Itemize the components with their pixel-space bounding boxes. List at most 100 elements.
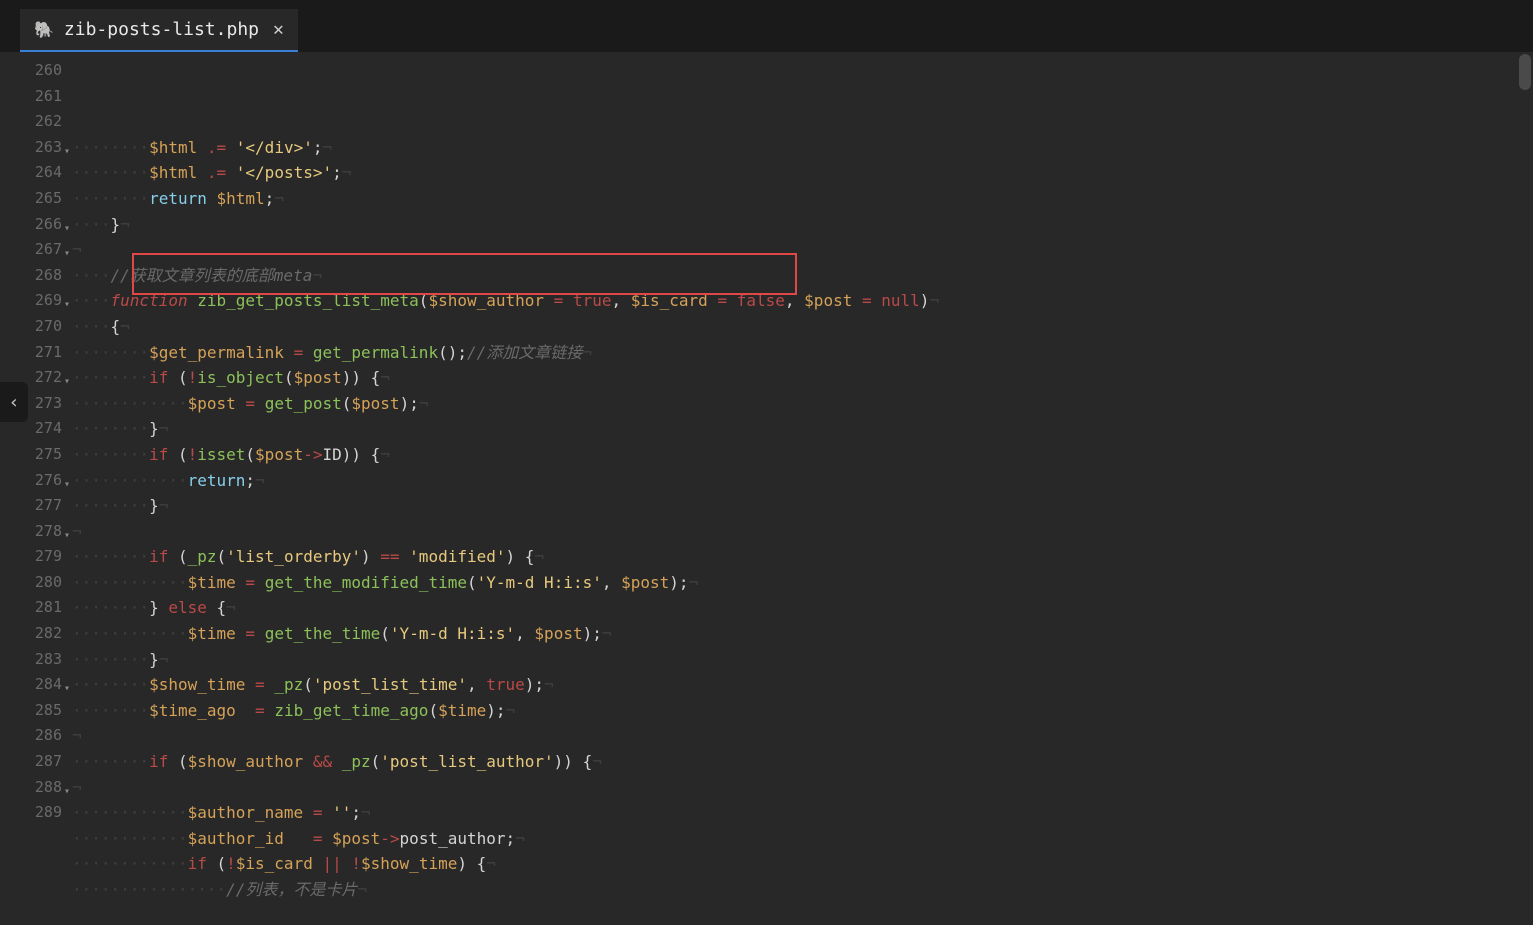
code-line[interactable]: ········}¬ (72, 493, 1533, 519)
token-ws: ¬ (361, 803, 371, 822)
panel-handle[interactable]: ‹ (0, 382, 28, 422)
token-var: $time (188, 573, 236, 592)
scrollbar-thumb[interactable] (1519, 54, 1531, 90)
line-number: 288▾ (0, 775, 62, 801)
token-plain (303, 343, 313, 362)
token-plain: } (149, 650, 159, 669)
token-ws: ········ (72, 496, 149, 515)
code-line[interactable]: ············$time = get_the_time('Y-m-d … (72, 621, 1533, 647)
close-icon[interactable]: ✕ (273, 19, 284, 40)
code-line[interactable]: ········$html .= '</div>';¬ (72, 135, 1533, 161)
code-line[interactable]: ········$get_permalink = get_permalink()… (72, 340, 1533, 366)
code-line[interactable]: ········$time_ago = zib_get_time_ago($ti… (72, 698, 1533, 724)
token-ws: ¬ (72, 522, 82, 541)
code-line[interactable]: ············return;¬ (72, 468, 1533, 494)
code-line[interactable]: ················//列表，不是卡片¬ (72, 877, 1533, 903)
code-line[interactable]: ············if (!$is_card || !$show_time… (72, 851, 1533, 877)
token-func: _pz (188, 547, 217, 566)
token-ws: ¬ (274, 189, 284, 208)
code-line[interactable]: ········}¬ (72, 647, 1533, 673)
token-op: || (322, 854, 341, 873)
token-ws: ········ (72, 650, 149, 669)
code-line[interactable]: ········if (!is_object($post)) {¬ (72, 365, 1533, 391)
line-number: 281 (0, 595, 62, 621)
token-plain (544, 291, 554, 310)
token-plain: ( (168, 368, 187, 387)
code-line[interactable]: ············$author_name = '';¬ (72, 800, 1533, 826)
token-bool: false (737, 291, 785, 310)
code-line[interactable]: ········$show_time = _pz('post_list_time… (72, 672, 1533, 698)
token-plain (303, 803, 313, 822)
token-plain (265, 701, 275, 720)
fold-marker-icon[interactable]: ▾ (64, 216, 70, 242)
code-line[interactable]: ········}¬ (72, 416, 1533, 442)
token-cmt: //获取文章列表的底部meta (111, 266, 313, 285)
code-line[interactable]: ············$post = get_post($post);¬ (72, 391, 1533, 417)
token-plain (322, 829, 332, 848)
token-plain (342, 854, 352, 873)
editor: ‹ 260261262263▾264265266▾267▾268269▾2702… (0, 52, 1533, 925)
line-number: 270 (0, 314, 62, 340)
line-number: 264 (0, 160, 62, 186)
code-line[interactable]: ········if (!isset($post->ID)) {¬ (72, 442, 1533, 468)
code-line[interactable]: ¬ (72, 775, 1533, 801)
line-number: 261 (0, 84, 62, 110)
line-number: 287 (0, 749, 62, 775)
token-op: = (862, 291, 872, 310)
token-plain: ); (525, 675, 544, 694)
token-op: .= (207, 138, 226, 157)
fold-marker-icon[interactable]: ▾ (64, 676, 70, 702)
fold-marker-icon[interactable]: ▾ (64, 139, 70, 165)
code-line[interactable]: ········if ($show_author && _pz('post_li… (72, 749, 1533, 775)
token-str: 'list_orderby' (226, 547, 361, 566)
token-plain: ( (168, 547, 187, 566)
token-ws: ¬ (534, 547, 544, 566)
code-line[interactable]: ¬ (72, 237, 1533, 263)
code-line[interactable]: ····}¬ (72, 212, 1533, 238)
fold-marker-icon[interactable]: ▾ (64, 241, 70, 267)
token-var: $is_card (631, 291, 708, 310)
token-ws: ¬ (486, 854, 496, 873)
token-op: = (294, 343, 304, 362)
token-kw: return (149, 189, 207, 208)
fold-marker-icon[interactable]: ▾ (64, 369, 70, 395)
token-op: = (245, 394, 255, 413)
token-ws: ¬ (602, 624, 612, 643)
fold-marker-icon[interactable]: ▾ (64, 779, 70, 805)
token-op: -> (303, 445, 322, 464)
token-ws: ¬ (380, 368, 390, 387)
fold-marker-icon[interactable]: ▾ (64, 472, 70, 498)
code-line[interactable]: ········} else {¬ (72, 595, 1533, 621)
code-line[interactable]: ········$html .= '</posts>';¬ (72, 160, 1533, 186)
code-line[interactable]: ····function zib_get_posts_list_meta($sh… (72, 288, 1533, 314)
vertical-scrollbar[interactable] (1519, 52, 1531, 652)
fold-marker-icon[interactable]: ▾ (64, 292, 70, 318)
token-var: $is_card (236, 854, 313, 873)
token-plain (265, 675, 275, 694)
code-line[interactable]: ············$author_id = $post->post_aut… (72, 826, 1533, 852)
token-var: $time (188, 624, 236, 643)
tab-active[interactable]: 🐘 zib-posts-list.php ✕ (20, 9, 298, 52)
code-line[interactable]: ¬ (72, 519, 1533, 545)
fold-marker-icon[interactable]: ▾ (64, 523, 70, 549)
token-plain (226, 163, 236, 182)
code-line[interactable]: ········return $html;¬ (72, 186, 1533, 212)
token-plain: } (149, 419, 159, 438)
code-line[interactable]: ····//获取文章列表的底部meta¬ (72, 263, 1533, 289)
code-line[interactable]: ¬ (72, 723, 1533, 749)
token-op: ! (188, 445, 198, 464)
token-ws: ¬ (120, 317, 130, 336)
token-kw-control: if (188, 854, 207, 873)
code-line[interactable]: ········if (_pz('list_orderby') == 'modi… (72, 544, 1533, 570)
code-line[interactable]: ············$time = get_the_modified_tim… (72, 570, 1533, 596)
token-bool: true (486, 675, 525, 694)
token-plain (255, 573, 265, 592)
token-str: 'post_list_author' (380, 752, 553, 771)
token-plain: ( (303, 675, 313, 694)
code-area[interactable]: ········$html .= '</div>';¬········$html… (72, 52, 1533, 925)
tab-filename: zib-posts-list.php (64, 19, 259, 40)
token-plain (226, 138, 236, 157)
token-ws: ¬ (515, 829, 525, 848)
token-plain (245, 675, 255, 694)
code-line[interactable]: ····{¬ (72, 314, 1533, 340)
